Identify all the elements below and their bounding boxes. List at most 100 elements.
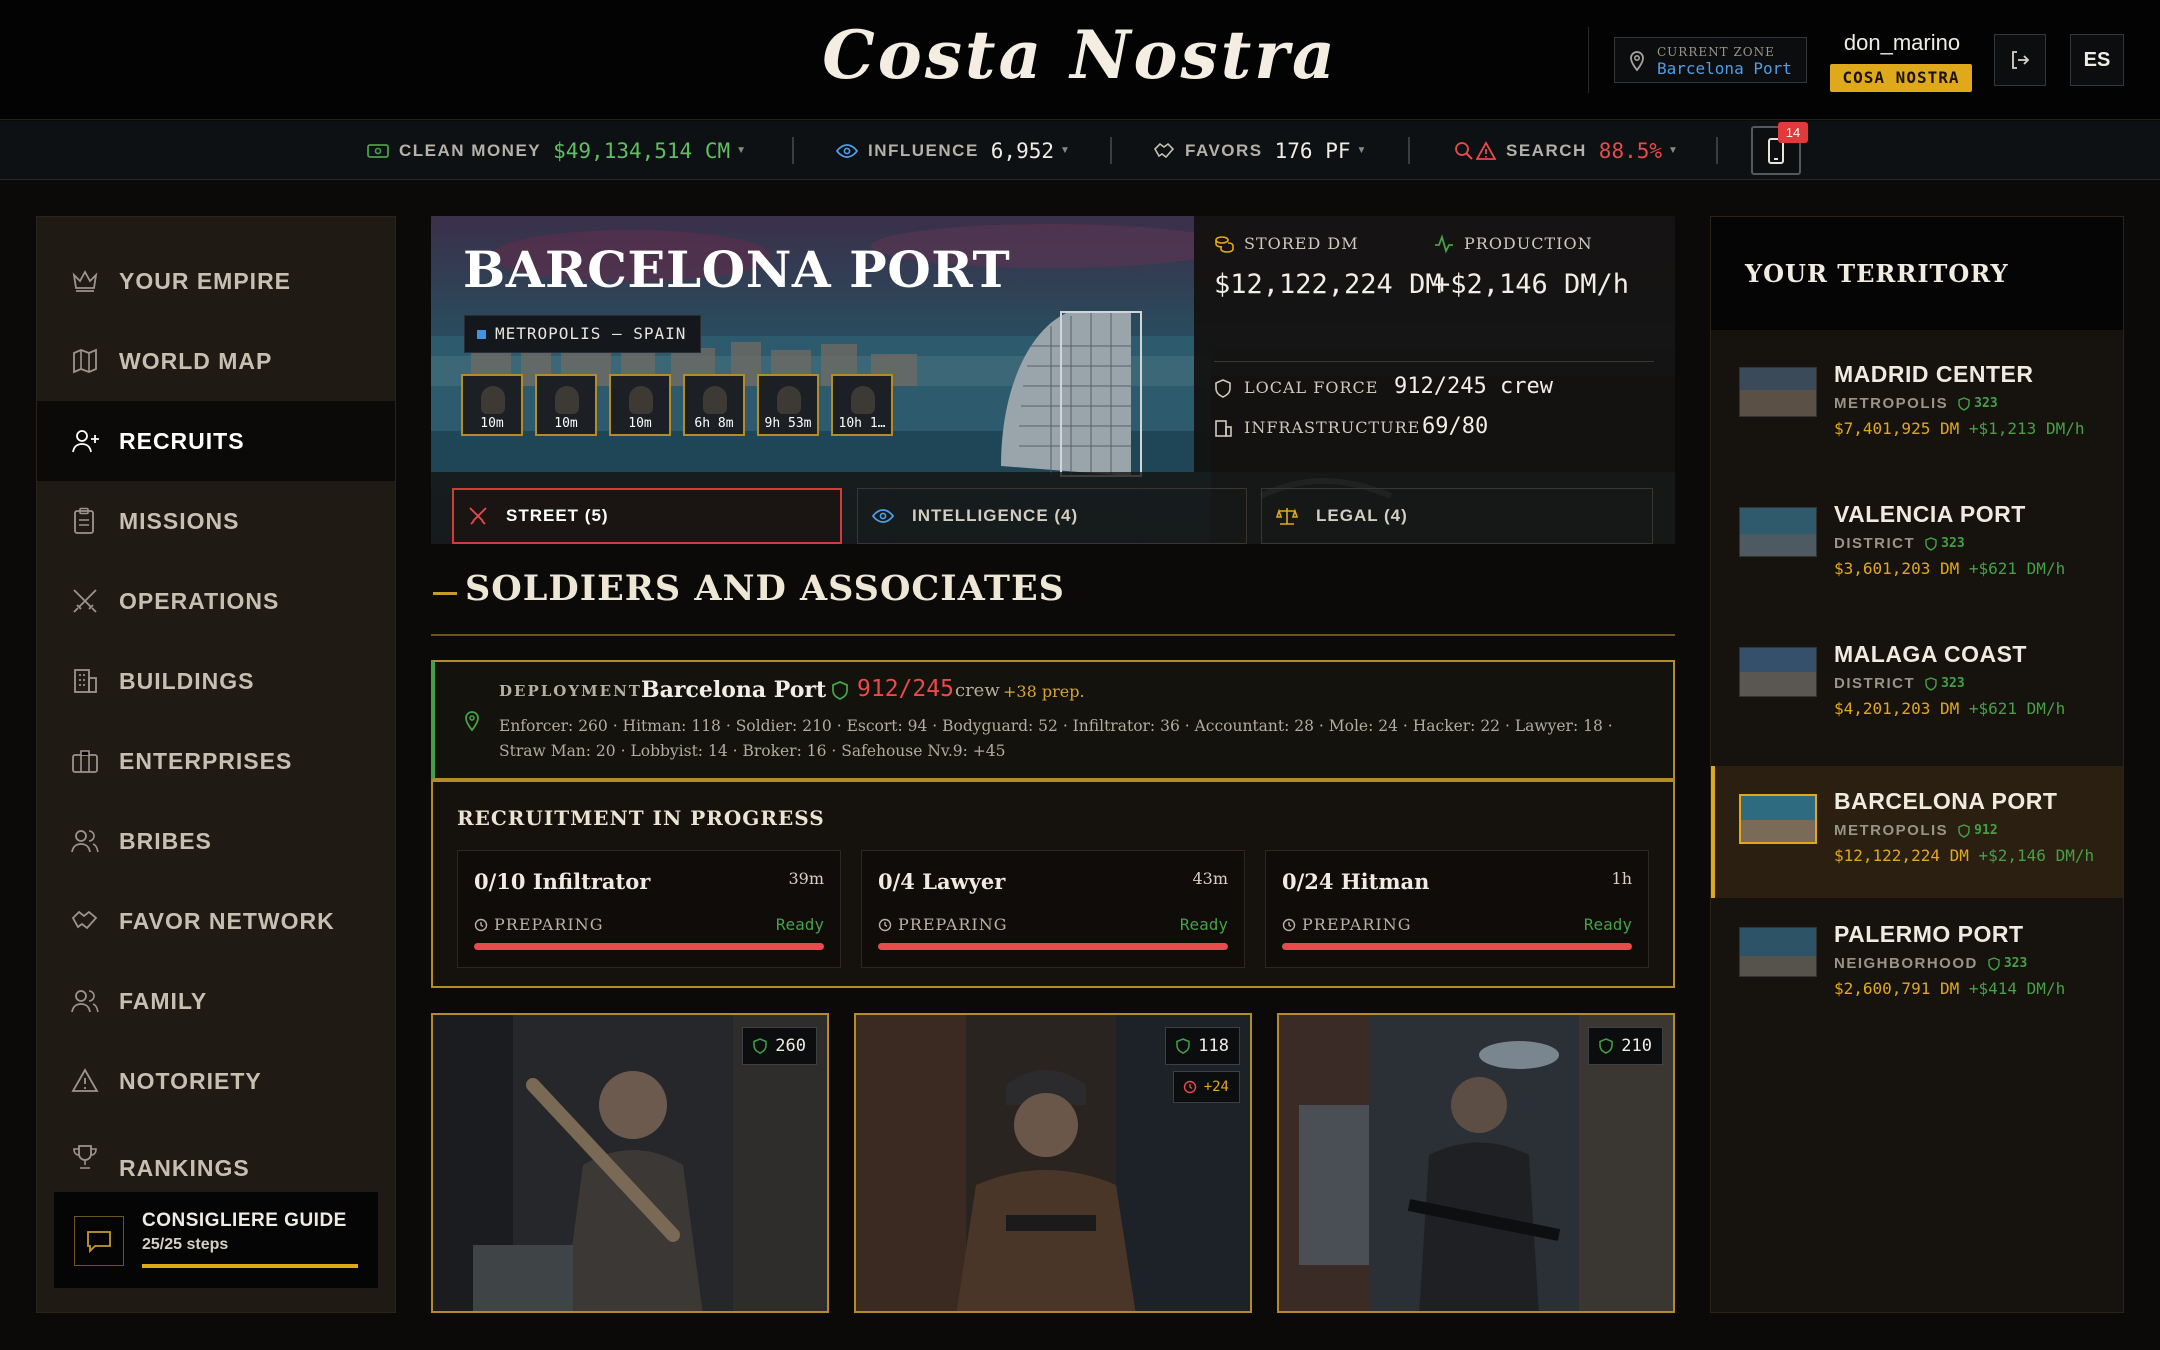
location-pin-icon [465,711,479,732]
unit-avatar [555,386,579,414]
sidebar-item-rankings[interactable]: RANKINGS [37,1121,395,1177]
sidebar-item-missions[interactable]: MISSIONS [37,481,395,561]
tab-intelligence[interactable]: INTELLIGENCE (4) [857,488,1247,544]
territory-money: $3,601,203 DM [1834,559,1960,578]
territory-name: VALENCIA PORT [1834,501,2026,527]
ready-label: Ready [1179,915,1228,934]
tab-legal[interactable]: LEGAL (4) [1261,488,1653,544]
warning-icon [1476,140,1496,160]
building-icon [1215,420,1232,437]
zone-hero: BARCELONA PORT METROPOLIS — SPAIN 10m 10… [431,216,1675,544]
territory-type-label: METROPOLIS [1834,395,1949,412]
crossed-swords-icon [73,589,97,613]
section-title: SOLDIERS AND ASSOCIATES [465,568,1065,609]
favors-stat[interactable]: FAVORS 176 PF ▼ [1153,121,1366,180]
clean-money-stat[interactable]: CLEAN MONEY $49,134,514 CM ▼ [367,121,746,180]
tab-label: INTELLIGENCE (4) [912,506,1079,525]
unit-count: 118 [1198,1036,1229,1056]
unit-category-tabs: STREET (5) INTELLIGENCE (4) LEGAL (4) [431,472,1675,544]
recruitment-title: RECRUITMENT IN PROGRESS [457,806,825,830]
unit-avatar [481,386,505,414]
timer-label: 9h 53m [764,416,812,431]
guide-progress-bar [142,1264,358,1268]
recruitment-card[interactable]: 0/10 Infiltrator 39m PREPARING Ready [457,850,841,968]
sidebar-item-label: YOUR EMPIRE [119,267,292,294]
unit-card-enforcer[interactable]: 260 [431,1013,829,1313]
coins-icon [1215,236,1234,253]
username[interactable]: don_marino [1832,30,1972,56]
infrastructure-value: 69/80 [1422,414,1489,439]
unit-card-soldier[interactable]: 210 [1277,1013,1675,1313]
unit-card-hitman[interactable]: 118 +24 [854,1013,1252,1313]
sidebar-item-buildings[interactable]: BUILDINGS [37,641,395,721]
timer-thumbnail[interactable]: 10m [609,374,671,436]
shield-icon [1176,1038,1191,1054]
sidebar-item-enterprises[interactable]: ENTERPRISES [37,721,395,801]
progress-bar [474,943,824,950]
timer-thumbnail[interactable]: 10h 1… [831,374,893,436]
production-value: +$2,146 DM/h [1434,269,1630,300]
recruitment-time: 1h [1611,869,1632,888]
unit-count: 210 [1621,1036,1652,1056]
territory-item-active[interactable]: BARCELONA PORT METROPOLIS 912 $12,122,224… [1711,766,2123,898]
top-bar: Costa Nostra CURRENT ZONE Barcelona Port… [0,0,2160,120]
trophy-icon [73,1145,97,1169]
territory-item[interactable]: MALAGA COAST DISTRICT 323 $4,201,203 DM +… [1711,619,2123,751]
timer-thumbnail[interactable]: 10m [461,374,523,436]
search-stat[interactable]: SEARCH 88.5% ▼ [1454,121,1678,180]
shield-icon [1988,956,2000,971]
territory-type: DISTRICT 323 [1834,535,1965,552]
timer-thumbnail[interactable]: 6h 8m [683,374,745,436]
zone-title: BARCELONA PORT [463,240,1011,299]
status-label: PREPARING [898,915,1008,934]
territory-panel: YOUR TERRITORY MADRID CENTER METROPOLIS 3… [1710,216,2124,1313]
chevron-down-icon: ▼ [1356,145,1367,156]
language-button[interactable]: ES [2070,34,2124,86]
tab-street[interactable]: STREET (5) [452,488,842,544]
territory-item[interactable]: PALERMO PORT NEIGHBORHOOD 323 $2,600,791 … [1711,899,2123,1031]
ready-label: Ready [1583,915,1632,934]
unit-count-badge: 118 [1165,1027,1240,1065]
sidebar-item-family[interactable]: FAMILY [37,961,395,1041]
territory-type: METROPOLIS 323 [1834,395,1998,412]
logout-button[interactable] [1994,34,2046,86]
chevron-down-icon: ▼ [1060,145,1070,156]
recruitment-card[interactable]: 0/24 Hitman 1h PREPARING Ready [1265,850,1649,968]
territory-income: $7,401,925 DM +$1,213 DM/h [1834,419,2084,438]
deployment-prep: +38 prep. [1003,682,1085,701]
logout-icon [2012,51,2030,69]
deployment-zone: Barcelona Port [641,677,827,703]
territory-header: YOUR TERRITORY [1711,217,2123,330]
recruitment-time: 39m [788,869,824,888]
deployment-label: DEPLOYMENT [499,682,642,700]
location-pin-icon [1630,51,1644,72]
territory-income: $12,122,224 DM +$2,146 DM/h [1834,846,2094,865]
sidebar-item-favor-network[interactable]: FAVOR NETWORK [37,881,395,961]
sidebar-item-operations[interactable]: OPERATIONS [37,561,395,641]
territory-item[interactable]: VALENCIA PORT DISTRICT 323 $3,601,203 DM … [1711,479,2123,611]
clock-icon [1282,918,1296,931]
sidebar-item-your-empire[interactable]: YOUR EMPIRE [37,241,395,321]
handshake-icon [1154,142,1175,158]
unit-avatar [777,386,801,414]
recruitment-status: PREPARING [1282,915,1412,934]
timer-thumbnail[interactable]: 9h 53m [757,374,819,436]
recruitment-card[interactable]: 0/4 Lawyer 43m PREPARING Ready [861,850,1245,968]
territory-type: DISTRICT 323 [1834,675,1965,692]
consigliere-guide[interactable]: CONSIGLIERE GUIDE 25/25 steps [53,1191,379,1289]
territory-production: +$621 DM/h [1968,699,2066,718]
territory-crew: 323 [1974,396,1998,411]
territory-item[interactable]: MADRID CENTER METROPOLIS 323 $7,401,925 D… [1711,339,2123,471]
timer-thumbnail[interactable]: 10m [535,374,597,436]
sidebar-item-world-map[interactable]: WORLD MAP [37,321,395,401]
sidebar-item-bribes[interactable]: BRIBES [37,801,395,881]
zone-type-tag: METROPOLIS — SPAIN [464,315,702,353]
sidebar-item-notoriety[interactable]: NOTORIETY [37,1041,395,1121]
sidebar-item-label: WORLD MAP [119,347,273,374]
tab-label: STREET (5) [506,506,609,525]
influence-stat[interactable]: INFLUENCE 6,952 ▼ [836,121,1070,180]
ready-label: Ready [775,915,824,934]
sidebar: YOUR EMPIRE WORLD MAP RECRUITS MISSIONS … [36,216,396,1313]
current-zone-box[interactable]: CURRENT ZONE Barcelona Port [1614,37,1807,83]
sidebar-item-recruits[interactable]: RECRUITS [37,401,395,481]
